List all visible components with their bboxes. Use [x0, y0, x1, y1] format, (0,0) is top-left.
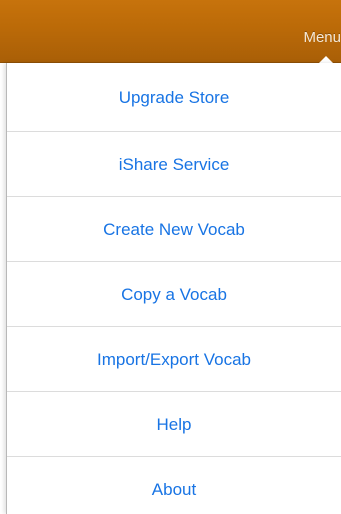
app-screen: Menu Upgrade Store iShare Service Create… [0, 0, 341, 514]
menu-item-upgrade-store[interactable]: Upgrade Store [7, 63, 341, 132]
menu-item-create-new-vocab[interactable]: Create New Vocab [7, 197, 341, 262]
menu-item-help[interactable]: Help [7, 392, 341, 457]
menu-button[interactable]: Menu [303, 27, 341, 49]
menu-list: Upgrade Store iShare Service Create New … [7, 63, 341, 514]
menu-item-copy-a-vocab[interactable]: Copy a Vocab [7, 262, 341, 327]
menu-item-import-export-vocab[interactable]: Import/Export Vocab [7, 327, 341, 392]
menu-item-about[interactable]: About [7, 457, 341, 514]
menu-item-ishare-service[interactable]: iShare Service [7, 132, 341, 197]
menu-popover: Upgrade Store iShare Service Create New … [6, 63, 341, 514]
navigation-bar: Menu [0, 0, 341, 63]
